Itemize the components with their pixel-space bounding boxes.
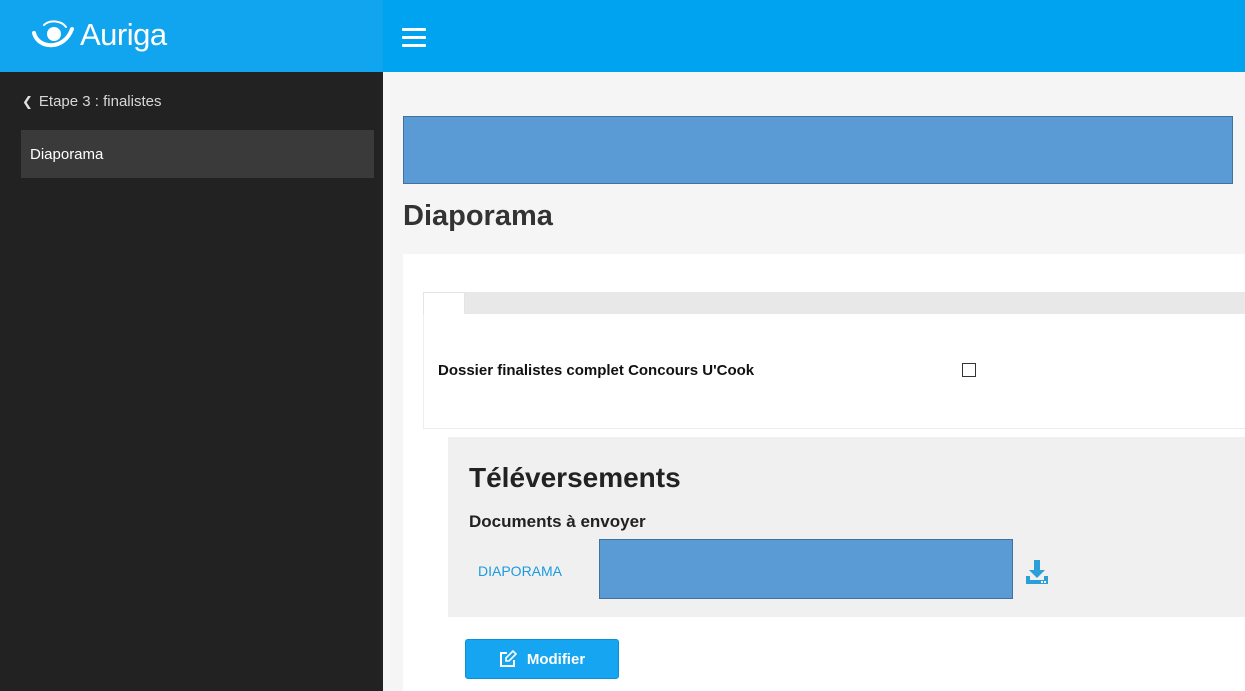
auriga-logo-icon [32, 20, 74, 48]
page-title: Diaporama [403, 200, 553, 232]
main-content: Diaporama Dossier finalistes complet Con… [383, 72, 1245, 691]
sidebar-item-diaporama[interactable]: Diaporama [21, 130, 374, 178]
redacted-banner [403, 116, 1233, 184]
hamburger-icon[interactable] [402, 28, 426, 48]
modify-button[interactable]: Modifier [465, 639, 619, 679]
download-icon[interactable] [1025, 559, 1049, 585]
dossier-complet-checkbox[interactable] [962, 363, 976, 377]
uploads-subtitle: Documents à envoyer [469, 512, 646, 531]
top-bar: Auriga [0, 0, 1245, 72]
brand[interactable]: Auriga [0, 0, 383, 72]
redacted-document-field [599, 539, 1013, 599]
modify-button-label: Modifier [526, 650, 586, 668]
document-link-diaporama[interactable]: DIAPORAMA [478, 563, 562, 579]
checkbox-label: Dossier finalistes complet Concours U'Co… [438, 362, 755, 379]
edit-icon [499, 650, 517, 667]
sidebar: ❮ Etape 3 : finalistes Diaporama [0, 72, 383, 691]
app-name: Auriga [80, 17, 167, 52]
form-panel: Dossier finalistes complet Concours U'Co… [403, 254, 1245, 691]
uploads-title: Téléversements [469, 462, 681, 493]
sidebar-back-label: Etape 3 : finalistes [38, 93, 162, 110]
form-row: Dossier finalistes complet Concours U'Co… [423, 314, 1245, 429]
chevron-left-icon: ❮ [22, 93, 33, 109]
tabs-bar [423, 292, 1245, 314]
tab-active[interactable] [423, 292, 465, 314]
sidebar-item-label: Diaporama [30, 145, 104, 163]
uploads-section: Téléversements Documents à envoyer DIAPO… [448, 437, 1245, 617]
sidebar-back-link[interactable]: ❮ Etape 3 : finalistes [22, 93, 161, 110]
